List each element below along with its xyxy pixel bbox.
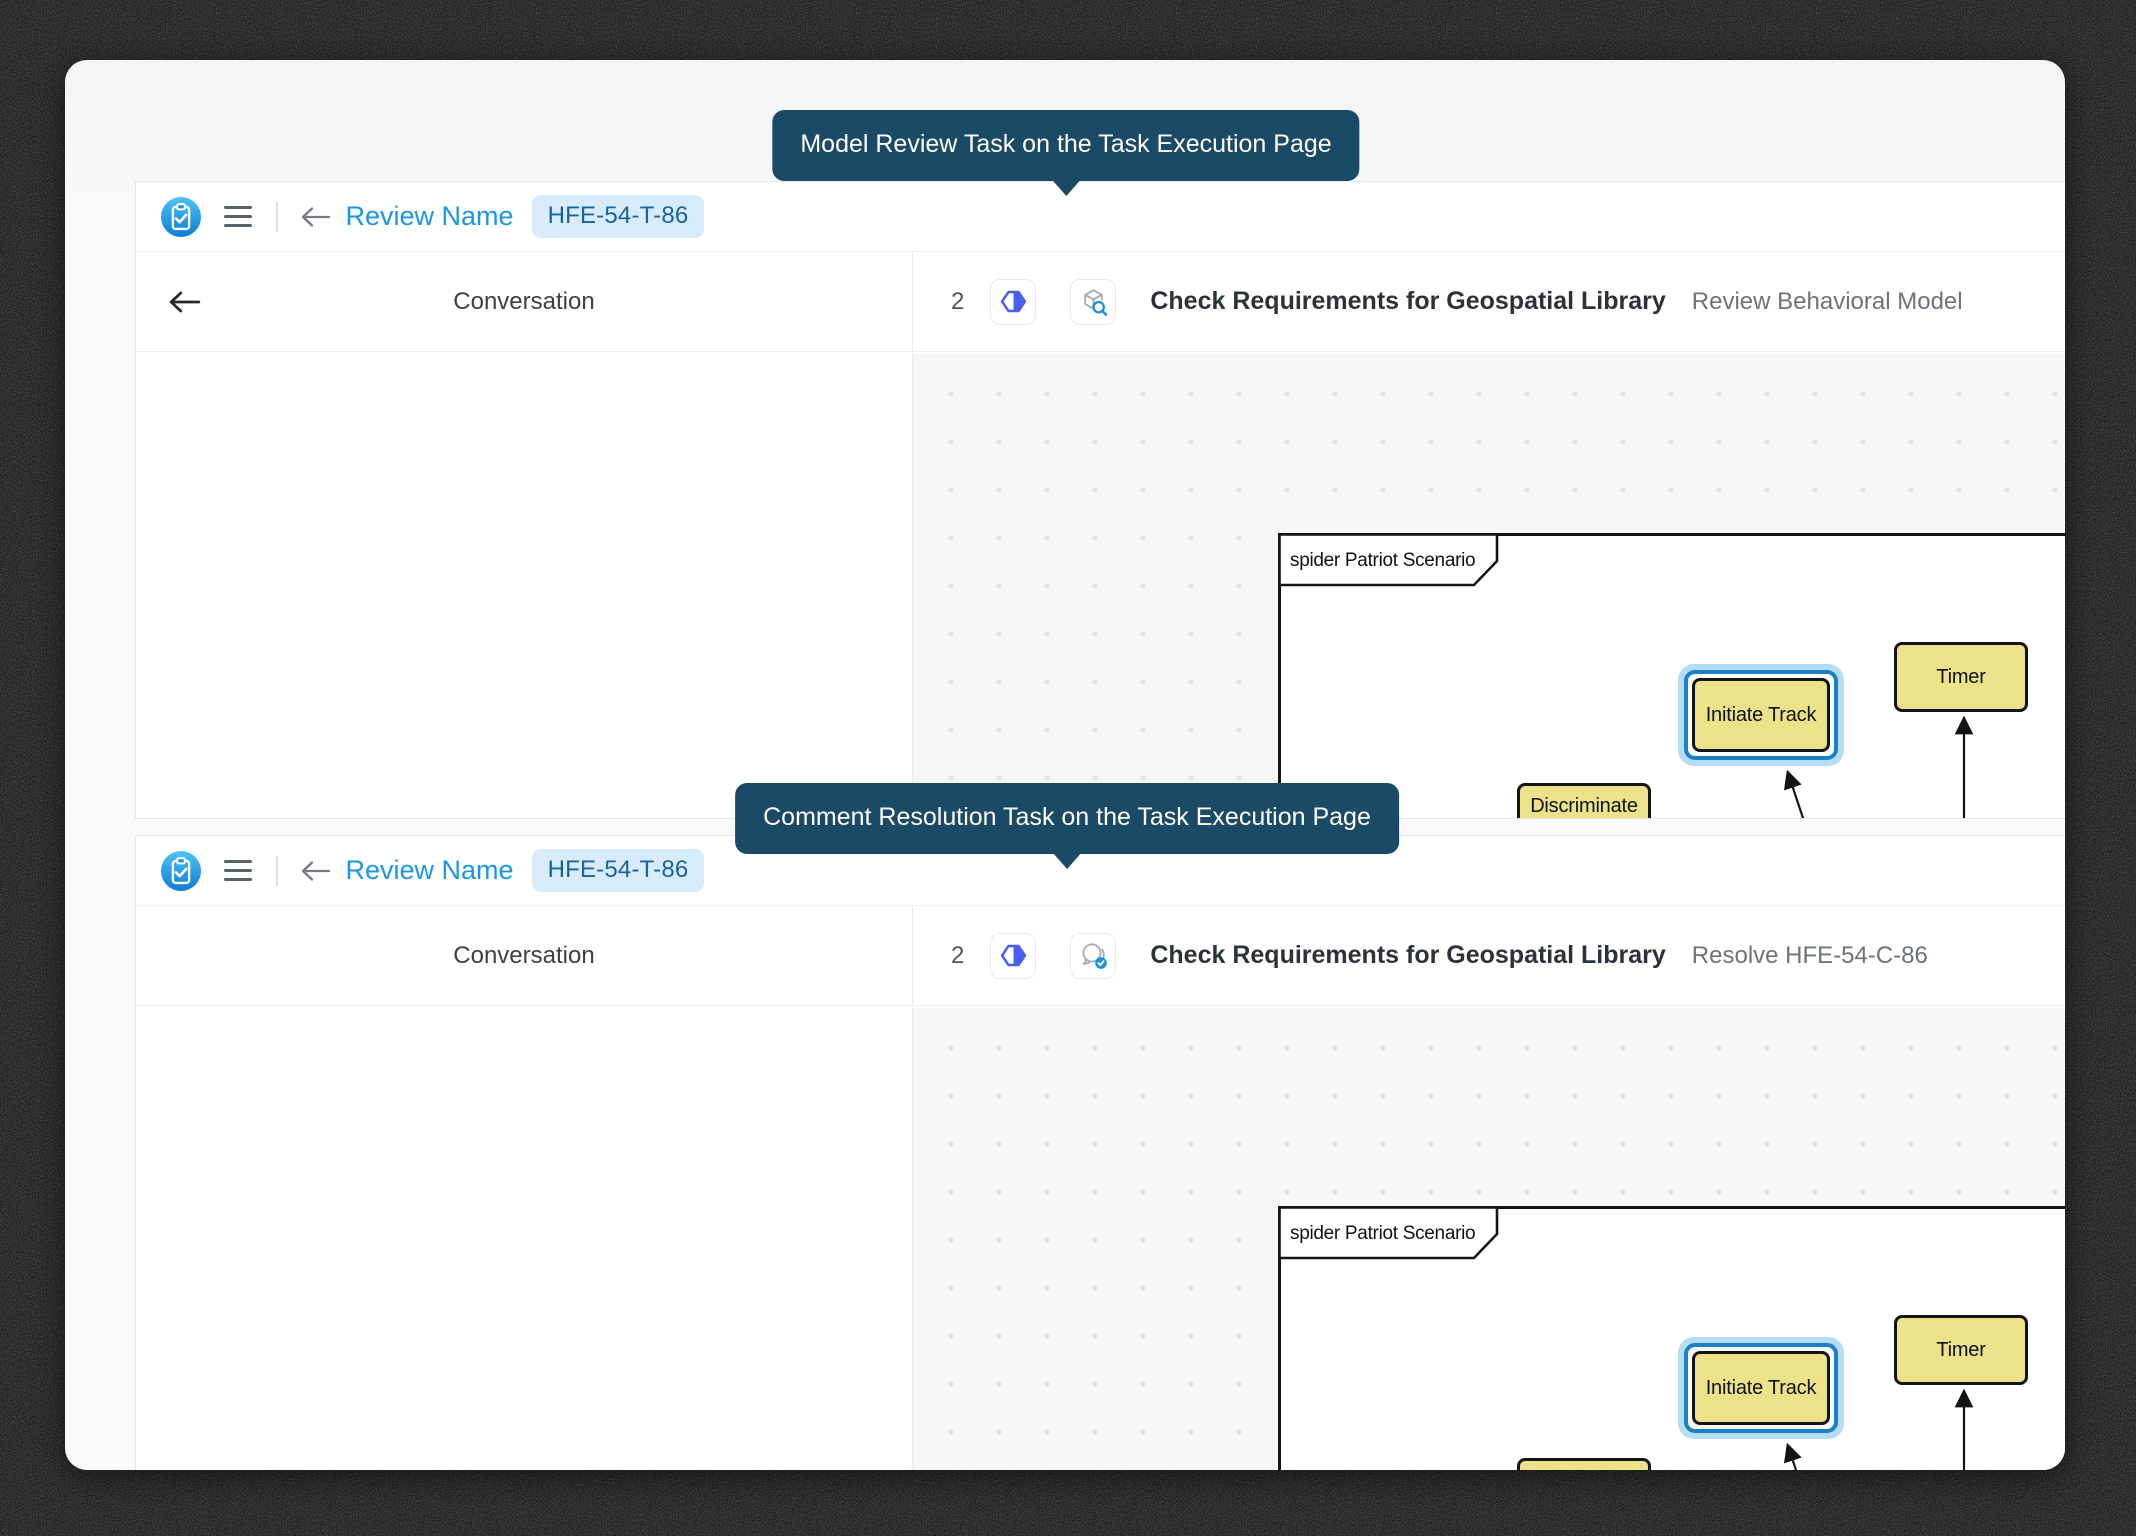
- review-id-badge: HFE-54-T-86: [532, 849, 705, 892]
- clipboard-app-icon[interactable]: [160, 850, 202, 892]
- conversation-pane: [136, 1008, 913, 1470]
- diagram-tab-label: spider Patriot Scenario: [1290, 1223, 1475, 1244]
- hexagon-filter-button[interactable]: [990, 279, 1036, 325]
- diagram-canvas: spider Patriot Scenario Initiate Track T…: [913, 1008, 2065, 1470]
- node-initiate-track[interactable]: Initiate Track: [1692, 1351, 1830, 1425]
- back-arrow-icon[interactable]: [300, 205, 332, 229]
- conversation-title: Conversation: [453, 942, 594, 970]
- node-timer[interactable]: Timer: [1894, 642, 2028, 712]
- task-title: Check Requirements for Geospatial Librar…: [1150, 287, 1665, 316]
- hexagon-icon: [1000, 943, 1027, 968]
- hamburger-menu-icon[interactable]: [224, 206, 252, 227]
- diagram-tab: spider Patriot Scenario: [1278, 533, 1512, 589]
- conversation-pane: [136, 354, 913, 818]
- review-id-badge: HFE-54-T-86: [532, 195, 705, 238]
- node-initiate-track[interactable]: Initiate Track: [1692, 678, 1830, 752]
- task-subtitle: Resolve HFE-54-C-86: [1692, 942, 1928, 970]
- header-divider: [276, 856, 278, 886]
- panel-toolbar: Conversation 2: [136, 906, 2065, 1006]
- review-name-link[interactable]: Review Name: [346, 201, 514, 232]
- task-header: 2 Check Requirements for Geospatia: [913, 906, 2065, 1005]
- diagram-frame[interactable]: spider Patriot Scenario Initiate Track T…: [1278, 533, 2065, 818]
- conversation-back-button[interactable]: [168, 289, 202, 315]
- back-arrow-icon[interactable]: [300, 859, 332, 883]
- node-discriminate[interactable]: Discriminate: [1517, 783, 1651, 818]
- model-review-panel: Review Name HFE-54-T-86 Conversation 2: [135, 181, 2065, 819]
- tooltip-model-review: Model Review Task on the Task Execution …: [772, 110, 1359, 181]
- task-header: 2 Check Requirements for Geospatia: [913, 252, 2065, 351]
- cube-search-icon: [1078, 286, 1109, 317]
- model-review-button[interactable]: [1070, 279, 1116, 325]
- tooltip-comment-resolution: Comment Resolution Task on the Task Exec…: [735, 783, 1399, 854]
- hexagon-filter-button[interactable]: [990, 933, 1036, 979]
- app-header: Review Name HFE-54-T-86: [136, 182, 2065, 252]
- comment-resolution-panel: Review Name HFE-54-T-86 Conversation 2: [135, 835, 2065, 1470]
- node-timer[interactable]: Timer: [1894, 1315, 2028, 1385]
- panel-body: spider Patriot Scenario Initiate Track T…: [136, 354, 2065, 818]
- conversation-header: Conversation: [136, 252, 913, 351]
- diagram-canvas: spider Patriot Scenario Initiate Track T…: [913, 354, 2065, 818]
- comment-count: 2: [951, 288, 964, 316]
- clipboard-app-icon[interactable]: [160, 196, 202, 238]
- task-subtitle: Review Behavioral Model: [1692, 288, 1963, 316]
- page-card: Review Name HFE-54-T-86 Conversation 2: [65, 60, 2065, 1470]
- conversation-header: Conversation: [136, 906, 913, 1005]
- chat-check-icon: [1078, 940, 1109, 971]
- diagram-frame[interactable]: spider Patriot Scenario Initiate Track T…: [1278, 1206, 2065, 1470]
- selection-highlight: Initiate Track: [1678, 664, 1844, 766]
- selection-highlight: Initiate Track: [1678, 1337, 1844, 1439]
- diagram-tab-label: spider Patriot Scenario: [1290, 550, 1475, 571]
- hamburger-menu-icon[interactable]: [224, 860, 252, 881]
- panel-body: spider Patriot Scenario Initiate Track T…: [136, 1008, 2065, 1470]
- conversation-title: Conversation: [453, 288, 594, 316]
- panel-toolbar: Conversation 2: [136, 252, 2065, 352]
- task-title: Check Requirements for Geospatial Librar…: [1150, 941, 1665, 970]
- selection-ring: Initiate Track: [1684, 1343, 1838, 1433]
- review-name-link[interactable]: Review Name: [346, 855, 514, 886]
- header-divider: [276, 202, 278, 232]
- comment-count: 2: [951, 942, 964, 970]
- diagram-tab: spider Patriot Scenario: [1278, 1206, 1512, 1262]
- selection-ring: Initiate Track: [1684, 670, 1838, 760]
- comment-resolution-button[interactable]: [1070, 933, 1116, 979]
- hexagon-icon: [1000, 289, 1027, 314]
- node-discriminate[interactable]: Discriminate: [1517, 1458, 1651, 1470]
